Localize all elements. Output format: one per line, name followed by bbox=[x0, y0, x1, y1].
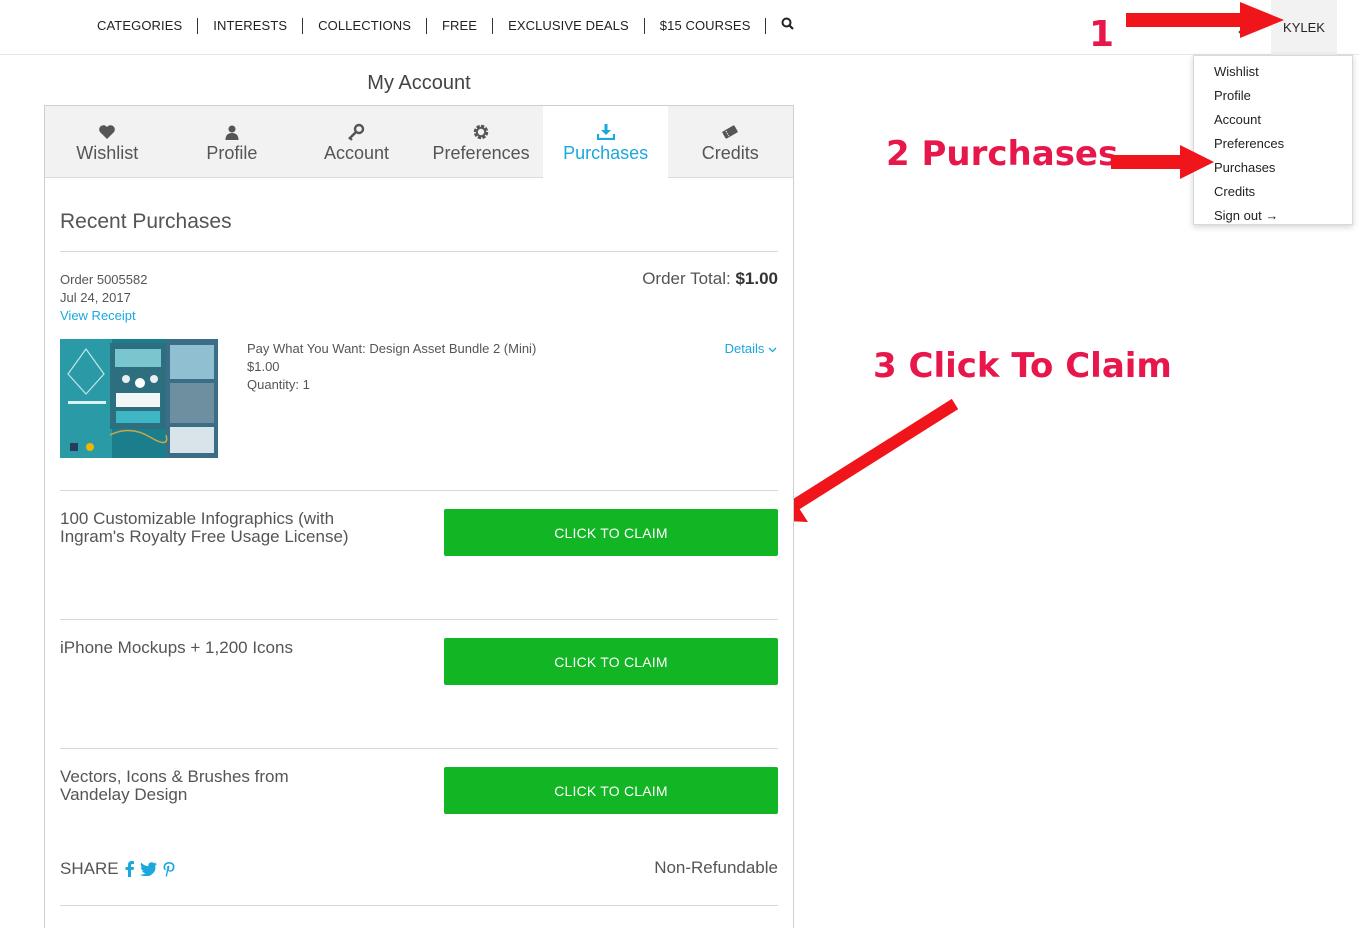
gear-icon bbox=[471, 122, 491, 142]
tab-wishlist[interactable]: Wishlist bbox=[45, 106, 170, 178]
user-icon bbox=[222, 122, 242, 142]
claim-item-name: iPhone Mockups + 1,200 Icons bbox=[60, 638, 293, 657]
heart-icon bbox=[97, 122, 117, 142]
nav-item-free[interactable]: FREE bbox=[427, 17, 494, 34]
click-to-claim-button[interactable]: CLICK TO CLAIM bbox=[444, 767, 778, 814]
key-icon bbox=[346, 122, 366, 142]
download-icon bbox=[596, 122, 616, 142]
section-title: Recent Purchases bbox=[60, 210, 232, 233]
order-total-value: $1.00 bbox=[735, 269, 778, 288]
tab-credits[interactable]: Credits bbox=[668, 106, 793, 178]
tab-account[interactable]: Account bbox=[294, 106, 419, 178]
dropdown-item-profile[interactable]: Profile bbox=[1194, 84, 1352, 108]
tab-label: Profile bbox=[206, 143, 258, 163]
dropdown-item-sign-out[interactable]: Sign out → bbox=[1194, 204, 1352, 228]
tab-preferences[interactable]: Preferences bbox=[419, 106, 544, 178]
dropdown-item-credits[interactable]: Credits bbox=[1194, 180, 1352, 204]
nav-item-categories[interactable]: CATEGORIES bbox=[82, 17, 199, 34]
divider bbox=[60, 748, 778, 749]
divider bbox=[60, 619, 778, 620]
view-receipt-link[interactable]: View Receipt bbox=[60, 308, 136, 323]
item-quantity: Quantity: 1 bbox=[247, 377, 310, 392]
cart-icon[interactable] bbox=[1234, 20, 1250, 34]
nav-item-exclusive-deals[interactable]: EXCLUSIVE DEALS bbox=[493, 17, 645, 34]
nav-item-collections[interactable]: COLLECTIONS bbox=[303, 17, 427, 34]
nav-list: CATEGORIES INTERESTS COLLECTIONS FREE EX… bbox=[82, 17, 809, 34]
page-title: My Account bbox=[367, 72, 471, 94]
dropdown-item-wishlist[interactable]: Wishlist bbox=[1194, 60, 1352, 84]
annotation-step-1: 1 bbox=[1089, 14, 1115, 55]
dropdown-item-purchases[interactable]: Purchases bbox=[1194, 156, 1352, 180]
top-navigation: CATEGORIES INTERESTS COLLECTIONS FREE EX… bbox=[0, 0, 1359, 55]
tab-label: Credits bbox=[701, 143, 759, 163]
tab-profile[interactable]: Profile bbox=[170, 106, 295, 178]
order-number: Order 5005582 bbox=[60, 272, 148, 287]
ticket-icon bbox=[720, 122, 740, 142]
tab-label: Preferences bbox=[432, 143, 530, 163]
order-total: Order Total: $1.00 bbox=[642, 269, 778, 289]
annotation-step-2: 2 Purchases bbox=[886, 134, 1119, 174]
tab-label: Wishlist bbox=[76, 143, 139, 163]
account-tabs: Wishlist Profile Account Preferences Pur… bbox=[45, 106, 793, 179]
details-label: Details bbox=[724, 341, 765, 356]
nav-item-15-courses[interactable]: $15 COURSES bbox=[645, 17, 767, 34]
chevron-down-icon bbox=[768, 341, 777, 356]
share-label: SHARE bbox=[60, 859, 119, 878]
divider bbox=[60, 490, 778, 491]
twitter-icon[interactable] bbox=[139, 862, 157, 876]
item-title[interactable]: Pay What You Want: Design Asset Bundle 2… bbox=[247, 341, 536, 356]
click-to-claim-button[interactable]: CLICK TO CLAIM bbox=[444, 509, 778, 556]
divider bbox=[60, 251, 778, 252]
dropdown-item-preferences[interactable]: Preferences bbox=[1194, 132, 1352, 156]
tab-label: Account bbox=[323, 143, 389, 163]
search-icon[interactable] bbox=[766, 17, 809, 34]
click-to-claim-button[interactable]: CLICK TO CLAIM bbox=[444, 638, 778, 685]
annotation-step-3: 3 Click To Claim bbox=[873, 346, 1172, 386]
user-dropdown-menu: Wishlist Profile Account Preferences Pur… bbox=[1193, 55, 1353, 225]
claim-item-name: Vectors, Icons & Brushes from Vandelay D… bbox=[60, 767, 289, 804]
nav-item-interests[interactable]: INTERESTS bbox=[198, 17, 304, 34]
divider bbox=[60, 905, 778, 906]
order-total-label: Order Total: bbox=[642, 269, 731, 288]
non-refundable-label: Non-Refundable bbox=[654, 858, 778, 877]
user-menu-button[interactable]: KYLEK bbox=[1271, 0, 1337, 55]
item-price: $1.00 bbox=[247, 359, 280, 374]
tab-label: Purchases bbox=[563, 143, 649, 163]
pinterest-icon[interactable] bbox=[163, 861, 175, 877]
claim-item-name: 100 Customizable Infographics (with Ingr… bbox=[60, 509, 349, 546]
tab-purchases[interactable]: Purchases bbox=[543, 106, 668, 179]
facebook-icon[interactable] bbox=[125, 861, 134, 877]
details-toggle[interactable]: Details bbox=[725, 341, 777, 356]
product-thumbnail[interactable] bbox=[60, 339, 218, 458]
dropdown-item-account[interactable]: Account bbox=[1194, 108, 1352, 132]
account-panel: Wishlist Profile Account Preferences Pur… bbox=[44, 105, 794, 928]
order-date: Jul 24, 2017 bbox=[60, 290, 131, 305]
share-row: SHARE bbox=[60, 859, 175, 879]
